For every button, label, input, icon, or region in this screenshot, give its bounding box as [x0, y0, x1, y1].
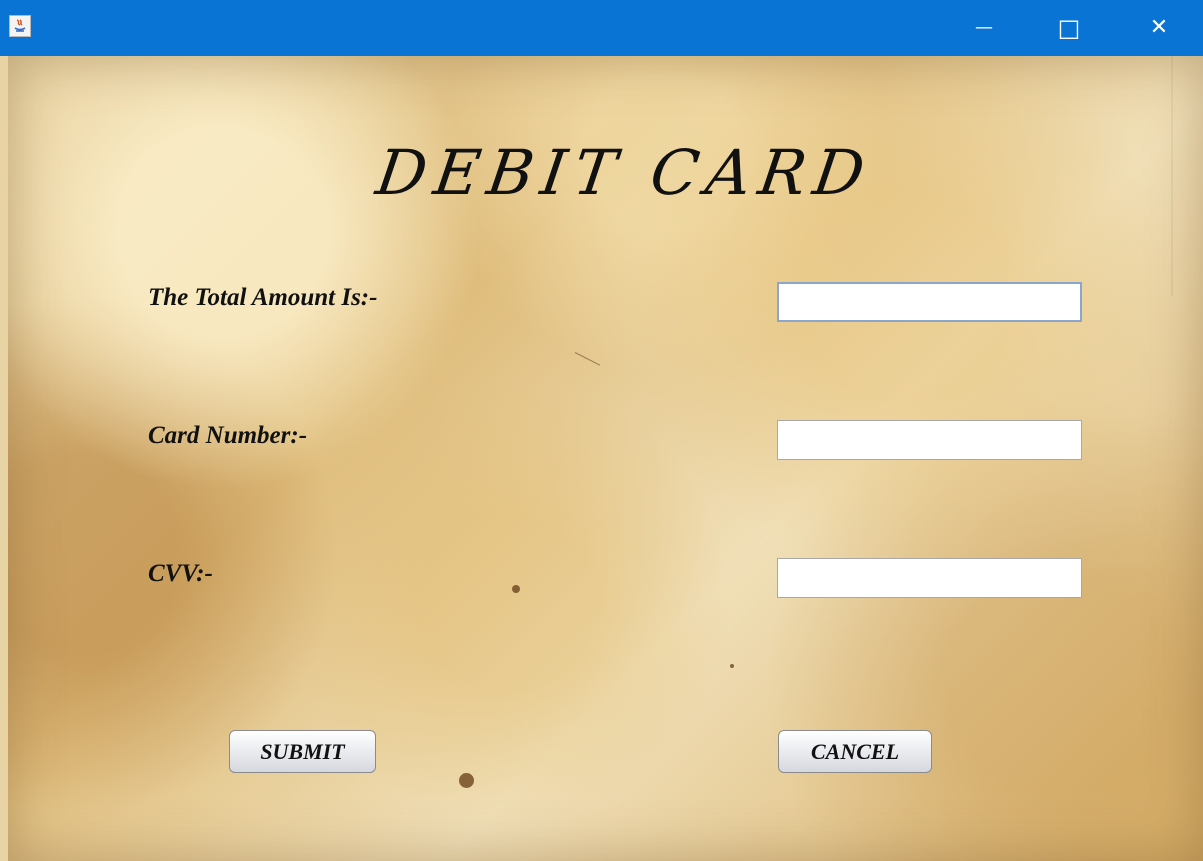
maximize-icon: □ — [1057, 14, 1081, 42]
card-number-label: Card Number:- — [148, 422, 308, 449]
cvv-field[interactable] — [777, 558, 1082, 598]
maximize-button[interactable]: □ — [1046, 0, 1092, 56]
java-icon-graphic — [14, 19, 26, 32]
cancel-button[interactable]: CANCEL — [778, 730, 932, 773]
paper-stain — [730, 664, 734, 668]
minimize-button[interactable]: — — [961, 0, 1007, 56]
debit-card-window: — □ ✕ DEBIT CARD The Total Amount Is:- C… — [0, 0, 1203, 861]
paper-stain — [459, 773, 474, 788]
submit-button[interactable]: SUBMIT — [229, 730, 376, 773]
page-title: DEBIT CARD — [371, 136, 877, 209]
payment-panel: DEBIT CARD The Total Amount Is:- Card Nu… — [8, 56, 1203, 861]
java-icon — [9, 15, 31, 37]
total-amount-label: The Total Amount Is:- — [148, 284, 378, 311]
paper-crease — [574, 352, 601, 366]
close-icon: ✕ — [1149, 15, 1169, 40]
window-titlebar[interactable]: — □ ✕ — [0, 0, 1203, 56]
close-button[interactable]: ✕ — [1136, 0, 1182, 56]
total-amount-field[interactable] — [777, 282, 1082, 322]
cvv-label: CVV:- — [148, 560, 213, 587]
card-number-field[interactable] — [777, 420, 1082, 460]
paper-crease — [1171, 56, 1173, 297]
paper-stain — [512, 585, 520, 593]
minimize-icon: — — [975, 17, 993, 38]
